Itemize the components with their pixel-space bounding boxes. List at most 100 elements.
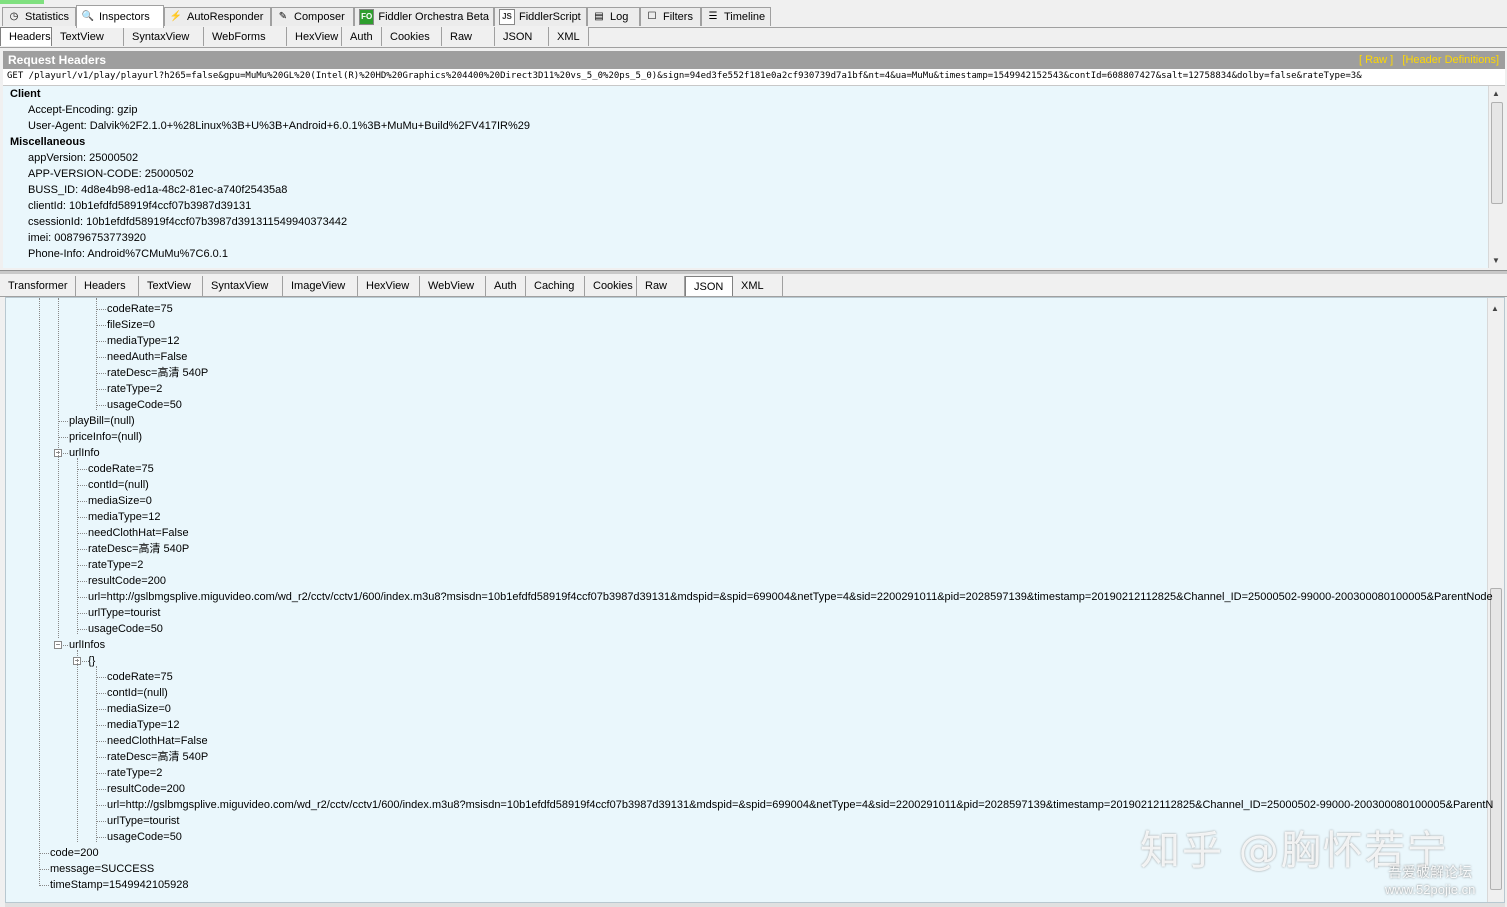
collapse-toggle-icon[interactable]: − [54, 641, 62, 649]
json-node[interactable]: rateType=2 [88, 557, 143, 573]
json-node[interactable]: mediaType=12 [88, 509, 160, 525]
request-tab-json[interactable]: JSON [495, 27, 549, 46]
response-tab-cookies[interactable]: Cookies [585, 276, 637, 296]
json-node[interactable]: mediaSize=0 [88, 493, 152, 509]
json-tree-hscroll[interactable] [5, 903, 1505, 907]
json-node[interactable]: rateType=2 [107, 765, 162, 781]
tab-statistics[interactable]: ◷ Statistics [2, 7, 76, 26]
response-tab-json[interactable]: JSON [685, 276, 733, 296]
json-node[interactable]: mediaType=12 [107, 333, 179, 349]
tab-composer[interactable]: ✎ Composer [271, 7, 354, 26]
header-entry[interactable]: csessionId: 10b1efdfd58919f4ccf07b3987d3… [3, 214, 1505, 230]
tab-autoresponder[interactable]: ⚡ AutoResponder [164, 7, 271, 26]
json-node[interactable]: message=SUCCESS [50, 861, 154, 877]
request-tab-xml[interactable]: XML [549, 27, 589, 46]
header-entry[interactable]: Accept-Encoding: gzip [3, 102, 1505, 118]
tree-guide-line [77, 650, 78, 842]
tab-log[interactable]: ▤ Log [587, 7, 640, 26]
json-node[interactable]: code=200 [50, 845, 99, 861]
header-group-client[interactable]: Client [3, 86, 1505, 102]
json-node[interactable]: urlType=tourist [107, 813, 179, 829]
response-tab-hexview[interactable]: HexView [358, 276, 420, 296]
tab-fiddlerscript[interactable]: JS FiddlerScript [494, 7, 587, 26]
header-group-miscellaneous[interactable]: Miscellaneous [3, 134, 1505, 150]
tree-connector [39, 885, 49, 886]
json-node[interactable]: {} [88, 653, 95, 669]
json-node[interactable]: rateDesc=高清 540P [88, 541, 189, 557]
request-tab-headers[interactable]: Headers [0, 27, 52, 46]
response-tab-webview[interactable]: WebView [420, 276, 486, 296]
tree-connector [96, 805, 106, 806]
header-entry[interactable]: imei: 008796753773920 [3, 230, 1505, 246]
json-node[interactable]: codeRate=75 [107, 301, 173, 317]
json-node[interactable]: fileSize=0 [107, 317, 155, 333]
header-entry[interactable]: appVersion: 25000502 [3, 150, 1505, 166]
request-tab-auth[interactable]: Auth [342, 27, 382, 46]
request-headers-title: Request Headers [8, 53, 107, 67]
response-tab-headers[interactable]: Headers [76, 276, 139, 296]
json-node[interactable]: urlInfos [69, 637, 105, 653]
request-tab-hexview[interactable]: HexView [287, 27, 342, 46]
json-node[interactable]: url=http://gslbmgsplive.miguvideo.com/wd… [107, 797, 1493, 813]
json-node[interactable]: mediaSize=0 [107, 701, 171, 717]
json-node[interactable]: playBill=(null) [69, 413, 135, 429]
json-node[interactable]: mediaType=12 [107, 717, 179, 733]
tab-filters[interactable]: ☐ Filters [640, 7, 701, 26]
json-node[interactable]: contId=(null) [88, 477, 149, 493]
raw-link[interactable]: [ Raw ] [1359, 54, 1393, 66]
json-node[interactable]: urlType=tourist [88, 605, 160, 621]
tree-connector [96, 405, 106, 406]
response-tab-imageview[interactable]: ImageView [283, 276, 358, 296]
json-node[interactable]: rateDesc=高清 540P [107, 749, 208, 765]
json-node[interactable]: codeRate=75 [107, 669, 173, 685]
request-headers-scrollbar[interactable]: ▲ ▼ [1488, 86, 1505, 268]
json-node[interactable]: usageCode=50 [107, 829, 182, 845]
json-node[interactable]: rateDesc=高清 540P [107, 365, 208, 381]
header-entry[interactable]: BUSS_ID: 4d8e4b98-ed1a-48c2-81ec-a740f25… [3, 182, 1505, 198]
json-node[interactable]: needClothHat=False [88, 525, 189, 541]
response-tab-syntaxview[interactable]: SyntaxView [203, 276, 283, 296]
response-tab-xml[interactable]: XML [733, 276, 783, 296]
panel-splitter[interactable] [0, 270, 1507, 274]
header-entry[interactable]: User-Agent: Dalvik%2F2.1.0+%28Linux%3B+U… [3, 118, 1505, 134]
tab-inspectors[interactable]: 🔍 Inspectors [76, 5, 164, 28]
scroll-up-arrow-icon[interactable]: ▲ [1492, 89, 1500, 98]
response-tab-textview[interactable]: TextView [139, 276, 203, 296]
json-node[interactable]: priceInfo=(null) [69, 429, 142, 445]
scroll-thumb[interactable] [1491, 102, 1503, 204]
json-node[interactable]: resultCode=200 [107, 781, 185, 797]
response-tab-raw[interactable]: Raw [637, 276, 685, 296]
tab-fiddler-orchestra-beta[interactable]: FO Fiddler Orchestra Beta [354, 7, 494, 26]
json-node[interactable]: timeStamp=1549942105928 [50, 877, 189, 893]
request-tab-syntaxview[interactable]: SyntaxView [124, 27, 204, 46]
scroll-up-arrow-icon[interactable]: ▲ [1491, 304, 1499, 313]
json-node[interactable]: urlInfo [69, 445, 100, 461]
json-node[interactable]: usageCode=50 [88, 621, 163, 637]
header-entry[interactable]: APP-VERSION-CODE: 25000502 [3, 166, 1505, 182]
json-node[interactable]: needClothHat=False [107, 733, 208, 749]
header-definitions-link[interactable]: [Header Definitions] [1402, 54, 1499, 66]
request-tab-cookies[interactable]: Cookies [382, 27, 442, 46]
json-node[interactable]: contId=(null) [107, 685, 168, 701]
scroll-thumb[interactable] [1490, 588, 1502, 890]
request-tab-webforms[interactable]: WebForms [204, 27, 287, 46]
tab-timeline[interactable]: ☰ Timeline [701, 7, 771, 26]
header-entry[interactable]: Phone-Info: Android%7CMuMu%7C6.0.1 [3, 246, 1505, 262]
request-tab-raw[interactable]: Raw [442, 27, 495, 46]
json-tree-view[interactable]: ▲ codeRate=75 fileSize=0 mediaType=12 needA… [5, 297, 1505, 903]
json-node[interactable]: rateType=2 [107, 381, 162, 397]
watermark-forum: 吾爱破解论坛 [1388, 864, 1472, 880]
json-node[interactable]: resultCode=200 [88, 573, 166, 589]
json-node[interactable]: url=http://gslbmgsplive.miguvideo.com/wd… [88, 589, 1493, 605]
pencil-icon: ✎ [278, 11, 288, 22]
response-tab-caching[interactable]: Caching [526, 276, 585, 296]
scroll-down-arrow-icon[interactable]: ▼ [1492, 256, 1500, 265]
response-tab-transformer[interactable]: Transformer [0, 276, 76, 296]
header-entry[interactable]: clientId: 10b1efdfd58919f4ccf07b3987d391… [3, 198, 1505, 214]
json-node[interactable]: needAuth=False [107, 349, 187, 365]
json-node[interactable]: codeRate=75 [88, 461, 154, 477]
response-tab-auth[interactable]: Auth [486, 276, 526, 296]
json-node[interactable]: usageCode=50 [107, 397, 182, 413]
tree-connector [77, 629, 87, 630]
request-tab-textview[interactable]: TextView [52, 27, 124, 46]
